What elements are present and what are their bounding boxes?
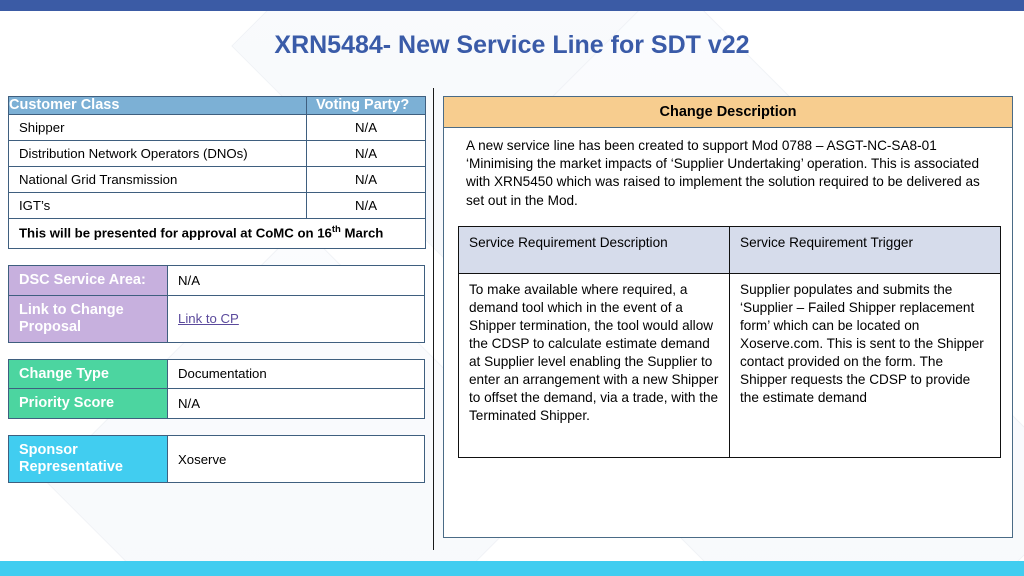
table-row: Shipper N/A bbox=[8, 114, 426, 142]
customer-class-name: IGT’s bbox=[8, 192, 307, 220]
customer-class-name: National Grid Transmission bbox=[8, 166, 307, 194]
change-description-body: A new service line has been created to s… bbox=[466, 138, 980, 208]
cell-service-requirement-trigger: Supplier populates and submits the ‘Supp… bbox=[729, 272, 1001, 458]
page-title: XRN5484- New Service Line for SDT v22 bbox=[274, 31, 750, 59]
link-to-cp[interactable]: Link to CP bbox=[178, 311, 239, 326]
dsc-service-area-table: DSC Service Area: N/A Link to Change Pro… bbox=[8, 264, 425, 343]
table-header-row: Customer Class Voting Party? bbox=[8, 95, 426, 116]
label-change-type: Change Type bbox=[8, 358, 168, 390]
sponsor-representative-table: Sponsor Representative Xoserve bbox=[8, 435, 425, 484]
change-description-header: Change Description bbox=[444, 97, 1012, 128]
top-accent-bar bbox=[0, 0, 1024, 11]
header-voting-party: Voting Party? bbox=[306, 95, 426, 116]
change-type-table: Change Type Documentation Priority Score… bbox=[8, 358, 425, 420]
left-column: Customer Class Voting Party? Shipper N/A… bbox=[8, 95, 426, 484]
service-requirement-table: Service Requirement Description Service … bbox=[458, 225, 1001, 458]
voting-party-value: N/A bbox=[306, 192, 426, 220]
table-row: Sponsor Representative Xoserve bbox=[8, 435, 425, 484]
table-row: To make available where required, a dema… bbox=[458, 272, 1001, 458]
comc-note-prefix: This will be presented for approval at C… bbox=[19, 225, 332, 241]
table-footnote-row: This will be presented for approval at C… bbox=[8, 218, 426, 249]
table-row: IGT’s N/A bbox=[8, 192, 426, 220]
value-sponsor-representative: Xoserve bbox=[167, 435, 425, 484]
label-priority-score: Priority Score bbox=[8, 388, 168, 420]
label-link-to-change-proposal: Link to Change Proposal bbox=[8, 294, 168, 343]
table-row: Distribution Network Operators (DNOs) N/… bbox=[8, 140, 426, 168]
value-change-type: Documentation bbox=[167, 358, 425, 390]
value-dsc-service-area: N/A bbox=[167, 264, 425, 296]
change-description-panel: Change Description A new service line ha… bbox=[443, 96, 1013, 538]
table-row: Change Type Documentation bbox=[8, 358, 425, 390]
header-service-requirement-description: Service Requirement Description bbox=[458, 225, 730, 274]
value-priority-score: N/A bbox=[167, 388, 425, 420]
column-divider bbox=[433, 88, 434, 550]
voting-party-value: N/A bbox=[306, 140, 426, 168]
bottom-accent-bar bbox=[0, 561, 1024, 576]
value-link-to-change-proposal: Link to CP bbox=[167, 294, 425, 343]
header-service-requirement-trigger: Service Requirement Trigger bbox=[729, 225, 1001, 274]
customer-class-name: Distribution Network Operators (DNOs) bbox=[8, 140, 307, 168]
cell-service-requirement-description: To make available where required, a dema… bbox=[458, 272, 730, 458]
customer-class-table: Customer Class Voting Party? Shipper N/A… bbox=[8, 95, 426, 249]
customer-class-name: Shipper bbox=[8, 114, 307, 142]
label-dsc-service-area: DSC Service Area: bbox=[8, 264, 168, 296]
comc-note-ordinal: th bbox=[331, 224, 341, 236]
table-row: Priority Score N/A bbox=[8, 388, 425, 420]
label-sponsor-representative: Sponsor Representative bbox=[8, 435, 168, 484]
header-customer-class: Customer Class bbox=[8, 95, 307, 116]
comc-approval-note: This will be presented for approval at C… bbox=[8, 218, 426, 249]
table-row: Link to Change Proposal Link to CP bbox=[8, 294, 425, 343]
table-row: DSC Service Area: N/A bbox=[8, 264, 425, 296]
voting-party-value: N/A bbox=[306, 114, 426, 142]
comc-note-suffix: March bbox=[340, 225, 384, 241]
table-row: National Grid Transmission N/A bbox=[8, 166, 426, 194]
voting-party-value: N/A bbox=[306, 166, 426, 194]
table-header-row: Service Requirement Description Service … bbox=[458, 225, 1001, 274]
